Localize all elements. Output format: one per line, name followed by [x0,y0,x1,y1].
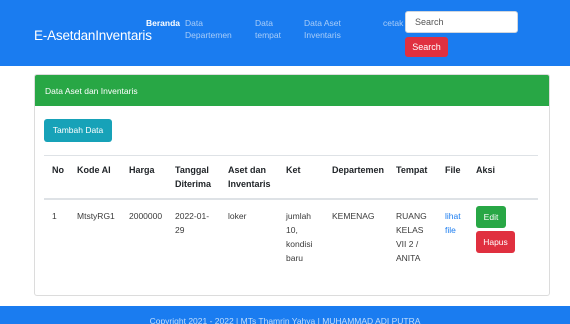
column-header-aksi: Aksi [476,165,496,175]
top-navbar: E-AsetdanInventaris Beranda Data Departe… [0,0,570,66]
table-cell-tempat: RUANG KELAS VII 2 / ANITA [396,211,427,263]
edit-button[interactable]: Edit [476,206,506,228]
brand-logo[interactable]: E-AsetdanInventaris [34,28,152,43]
nav-link-beranda[interactable]: Beranda [146,17,180,29]
table-cell-aset: loker [228,211,247,221]
column-header-kode: Kode AI [77,165,111,175]
delete-button[interactable]: Hapus [476,231,515,253]
view-file-link[interactable]: lihat file [445,209,467,237]
column-header-aset: Aset dan Inventaris [228,165,271,189]
nav-link-data-tempat[interactable]: Data tempat [255,17,291,41]
table-top-border [44,155,538,156]
column-header-harga: Harga [129,165,155,175]
card-title: Data Aset dan Inventaris [35,75,549,106]
column-header-ket: Ket [286,165,301,175]
search-input[interactable] [405,11,518,33]
footer-copyright: Copyright 2021 - 2022 | MTs Thamrin Yahy… [0,306,570,324]
column-header-tempat: Tempat [396,165,428,175]
table-cell-no: 1 [52,211,57,221]
nav-link-data-departemen[interactable]: Data Departemen [185,17,241,41]
table-cell-harga: 2000000 [129,211,163,221]
table-cell-kode: MtstyRG1 [77,211,115,221]
nav-link-data-aset-inventaris[interactable]: Data Aset Inventaris [304,17,354,41]
table-cell-departemen: KEMENAG [332,211,375,221]
column-header-departemen: Departemen [332,165,385,175]
add-data-button[interactable]: Tambah Data [44,119,112,142]
column-header-tanggal: Tanggal Diterima [175,165,212,189]
table-cell-ket: jumlah 10, kondisi baru [286,211,313,263]
column-header-no: No [52,165,64,175]
search-button[interactable]: Search [405,37,448,57]
assets-card: Data Aset dan Inventaris Tambah Data No … [34,74,550,296]
table-header-border [44,198,538,200]
column-header-file: File [445,165,461,175]
table-cell-tanggal: 2022-01-29 [175,211,210,235]
nav-link-cetak[interactable]: cetak [383,17,403,29]
